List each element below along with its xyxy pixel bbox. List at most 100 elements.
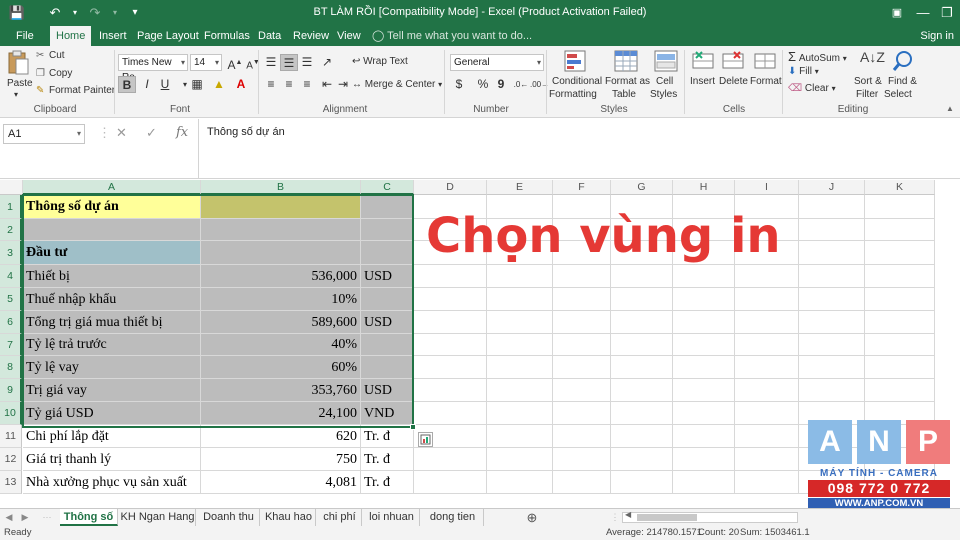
number-format-select[interactable]: General ▾ (450, 54, 544, 71)
cell-a7[interactable]: Tỷ lệ trả trước (23, 334, 201, 356)
sheet-tab-3[interactable]: Doanh thu (198, 509, 260, 526)
cell-empty[interactable] (414, 448, 487, 471)
cell-empty[interactable] (735, 334, 799, 356)
cell-empty[interactable] (673, 402, 735, 425)
drag-handle-icon[interactable]: ⋮ (98, 125, 111, 141)
cell-c7[interactable] (361, 334, 414, 356)
column-header-h[interactable]: H (673, 180, 735, 195)
cell-a3[interactable]: Đầu tư (23, 241, 201, 265)
merge-center-button[interactable]: ↔ Merge & Center ▾ (352, 79, 442, 90)
prev-sheet-icon[interactable]: ◀ (2, 509, 16, 526)
cell-empty[interactable] (611, 288, 673, 311)
column-header-j[interactable]: J (799, 180, 865, 195)
row-header-2[interactable]: 2 (0, 219, 22, 241)
tab-view[interactable]: View (331, 26, 367, 46)
row-header-12[interactable]: 12 (0, 448, 22, 471)
cell-a10[interactable]: Tỷ giá USD (23, 402, 201, 425)
cell-empty[interactable] (865, 356, 935, 379)
cell-empty[interactable] (735, 402, 799, 425)
cell-b3[interactable] (201, 241, 361, 265)
row-header-13[interactable]: 13 (0, 471, 22, 494)
cell-empty[interactable] (673, 448, 735, 471)
align-top-icon[interactable]: ☰ (262, 54, 280, 71)
cell-empty[interactable] (611, 356, 673, 379)
row-header-3[interactable]: 3 (0, 241, 22, 265)
cell-empty[interactable] (487, 425, 553, 448)
cell-c4[interactable]: USD (361, 265, 414, 288)
column-header-f[interactable]: F (553, 180, 611, 195)
cell-empty[interactable] (735, 471, 799, 494)
align-right-icon[interactable]: ≡ (298, 76, 316, 93)
column-header-k[interactable]: K (865, 180, 935, 195)
align-middle-icon[interactable]: ☰ (280, 54, 298, 71)
cell-a11[interactable]: Chi phí lắp đặt (23, 425, 201, 448)
cell-b7[interactable]: 40% (201, 334, 361, 356)
cell-empty[interactable] (799, 241, 865, 265)
sheet-tab-4[interactable]: Khau hao (262, 509, 316, 526)
cell-empty[interactable] (611, 334, 673, 356)
select-all-corner[interactable] (0, 180, 23, 195)
row-header-10[interactable]: 10 (0, 402, 22, 425)
row-header-4[interactable]: 4 (0, 265, 22, 288)
column-header-d[interactable]: D (414, 180, 487, 195)
cell-empty[interactable] (553, 334, 611, 356)
next-sheet-icon[interactable]: ▶ (18, 509, 32, 526)
cell-empty[interactable] (414, 334, 487, 356)
tab-scroll-handle-icon[interactable]: ⋮ (608, 509, 622, 526)
horizontal-scrollbar[interactable]: ◀ (622, 510, 798, 523)
row-header-7[interactable]: 7 (0, 334, 22, 356)
cell-c9[interactable]: USD (361, 379, 414, 402)
new-sheet-icon[interactable]: ⊕ (525, 509, 539, 526)
cell-empty[interactable] (553, 425, 611, 448)
cell-empty[interactable] (735, 288, 799, 311)
row-header-9[interactable]: 9 (0, 379, 22, 402)
cell-a2[interactable] (23, 219, 201, 241)
tab-formulas[interactable]: Formulas (198, 26, 256, 46)
cell-empty[interactable] (611, 379, 673, 402)
cell-empty[interactable] (553, 448, 611, 471)
cell-empty[interactable] (414, 265, 487, 288)
column-header-c[interactable]: C (361, 180, 414, 195)
italic-button[interactable]: I (138, 76, 156, 93)
cell-empty[interactable] (487, 471, 553, 494)
row-header-8[interactable]: 8 (0, 356, 22, 379)
align-left-icon[interactable]: ≡ (262, 76, 280, 93)
enter-icon[interactable]: ✓ (146, 125, 157, 141)
scrollbar-thumb[interactable] (637, 514, 697, 521)
cell-empty[interactable] (799, 356, 865, 379)
fill-button[interactable]: ⬇ Fill ▾ (788, 66, 819, 77)
cell-a1[interactable]: Thông số dự án (23, 195, 201, 219)
autosum-button[interactable]: Σ AutoSum ▾ (788, 49, 847, 64)
quick-analysis-button[interactable] (418, 432, 433, 447)
column-header-g[interactable]: G (611, 180, 673, 195)
sheet-tab-6[interactable]: loi nhuan (364, 509, 420, 526)
cell-empty[interactable] (414, 379, 487, 402)
sheet-tab-1[interactable]: Thông số (60, 509, 118, 526)
cancel-icon[interactable]: ✕ (116, 125, 127, 141)
cell-empty[interactable] (865, 265, 935, 288)
cell-empty[interactable] (414, 356, 487, 379)
cell-empty[interactable] (673, 334, 735, 356)
cell-empty[interactable] (865, 195, 935, 219)
cell-empty[interactable] (799, 311, 865, 334)
cell-c8[interactable] (361, 356, 414, 379)
cell-empty[interactable] (735, 311, 799, 334)
cell-b2[interactable] (201, 219, 361, 241)
sign-in-link[interactable]: Sign in (920, 26, 954, 46)
cell-empty[interactable] (414, 402, 487, 425)
cell-b6[interactable]: 589,600 (201, 311, 361, 334)
cell-empty[interactable] (673, 265, 735, 288)
cell-empty[interactable] (799, 288, 865, 311)
cell-empty[interactable] (673, 288, 735, 311)
cell-c6[interactable]: USD (361, 311, 414, 334)
cell-a6[interactable]: Tổng trị giá mua thiết bị (23, 311, 201, 334)
comma-style-button[interactable]: 9 (492, 76, 510, 93)
cell-empty[interactable] (865, 311, 935, 334)
cell-empty[interactable] (414, 311, 487, 334)
sheet-tab-7[interactable]: dong tien (422, 509, 484, 526)
sheet-tab-2[interactable]: KH Ngan Hang (120, 509, 196, 526)
cell-empty[interactable] (414, 471, 487, 494)
borders-icon[interactable]: ▦ (188, 76, 206, 93)
cell-empty[interactable] (673, 379, 735, 402)
cell-empty[interactable] (553, 471, 611, 494)
